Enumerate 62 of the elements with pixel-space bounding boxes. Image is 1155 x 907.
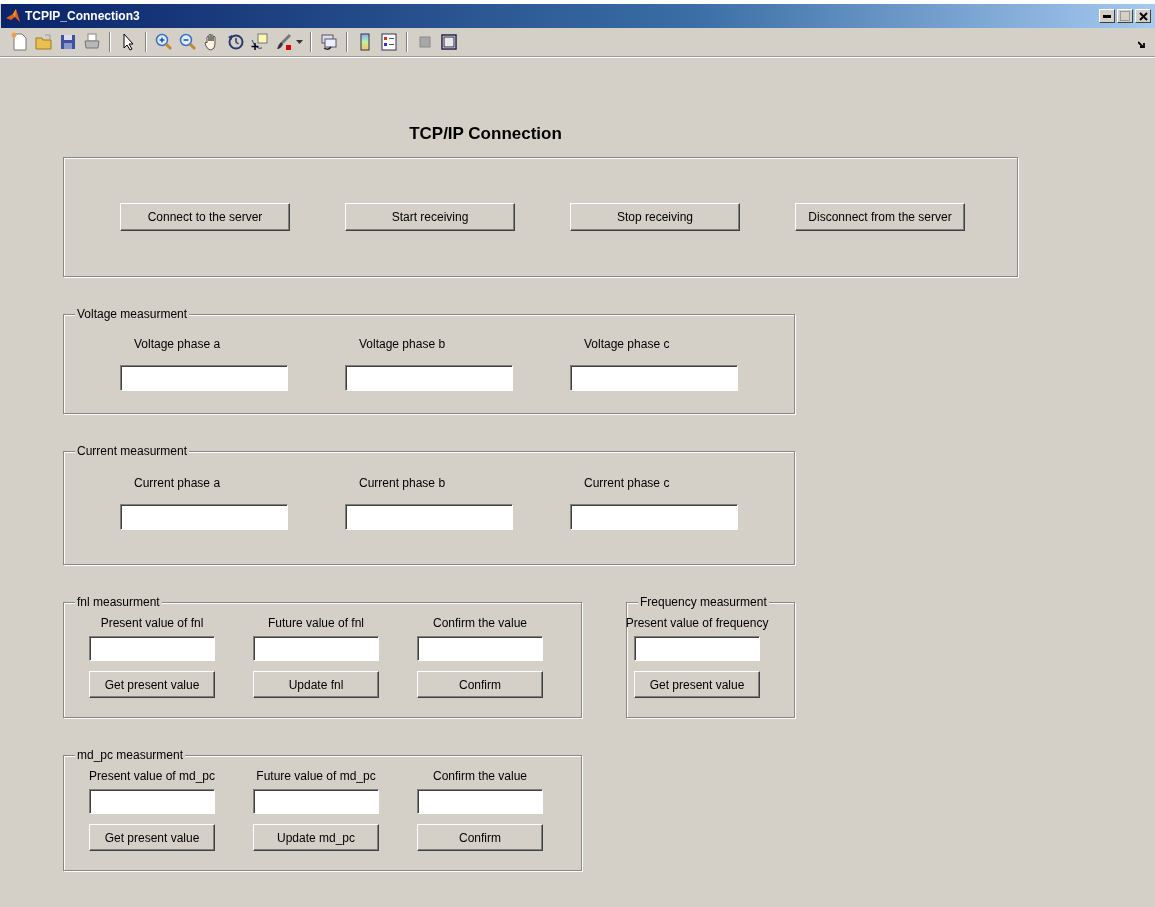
input-field[interactable] [89,636,215,661]
field-label: Future value of fnl [267,616,365,632]
input-field[interactable] [120,365,288,391]
push-button[interactable]: Disconnect from the server [795,203,965,231]
input-field[interactable] [570,365,738,391]
window-title: TCPIP_Connection3 [25,9,141,23]
input-field[interactable] [634,636,760,661]
field-label: Present value of md_pc [88,769,216,785]
field-label: Current phase c [583,476,671,492]
push-button[interactable]: Confirm [417,824,543,851]
field-label: Present value of fnl [100,616,204,632]
close-icon [1138,11,1148,21]
field-label: Voltage phase a [133,337,222,353]
group-title: md_pc measurment [75,748,186,762]
input-field[interactable] [89,789,215,814]
printer-icon[interactable] [82,32,102,52]
input-field[interactable] [120,504,288,530]
logo-icon [5,8,21,24]
legend-icon[interactable] [379,32,399,52]
maximize-button[interactable] [1117,9,1133,23]
close-button[interactable] [1135,9,1151,23]
minimize-button[interactable] [1099,9,1115,23]
push-button[interactable]: Confirm [417,671,543,698]
field-label: Confirm the value [432,769,527,785]
push-button[interactable]: Update md_pc [253,824,379,851]
input-field[interactable] [345,504,513,530]
group-title: Frequency measurment [638,595,769,609]
page-heading: TCP/IP Connection [408,123,563,145]
group-title: Current measurment [75,444,190,458]
input-field[interactable] [253,636,379,661]
zoom-in-icon[interactable] [154,32,174,52]
group-title: fnl measurment [75,595,162,609]
input-field[interactable] [570,504,738,530]
input-field[interactable] [345,365,513,391]
input-field[interactable] [253,789,379,814]
push-button[interactable]: Get present value [634,671,760,698]
field-label: Current phase a [133,476,222,492]
minimize-icon [1103,14,1111,18]
push-button[interactable]: Get present value [89,671,215,698]
push-button[interactable]: Connect to the server [120,203,290,231]
input-field[interactable] [417,636,543,661]
field-label: Present value of frequency [625,616,769,632]
link-icon[interactable] [319,32,339,52]
data-cursor-icon[interactable] [250,32,270,52]
brush-icon[interactable] [274,32,294,52]
group-title: Voltage measurment [75,307,190,321]
field-label: Voltage phase c [583,337,671,353]
zoom-out-icon[interactable] [178,32,198,52]
caret-icon[interactable] [296,40,303,44]
field-label: Voltage phase b [358,337,447,353]
push-button[interactable]: Update fnl [253,671,379,698]
dock-arrow-icon[interactable] [1138,41,1146,49]
push-button[interactable]: Stop receiving [570,203,740,231]
input-field[interactable] [417,789,543,814]
field-label: Confirm the value [432,616,527,632]
field-label: Future value of md_pc [256,769,376,785]
maximize-icon [1120,11,1130,21]
rotate-icon[interactable] [226,32,246,52]
push-button[interactable]: Start receiving [345,203,515,231]
field-label: Current phase b [358,476,447,492]
window-icon[interactable] [439,32,459,52]
push-button[interactable]: Get present value [89,824,215,851]
